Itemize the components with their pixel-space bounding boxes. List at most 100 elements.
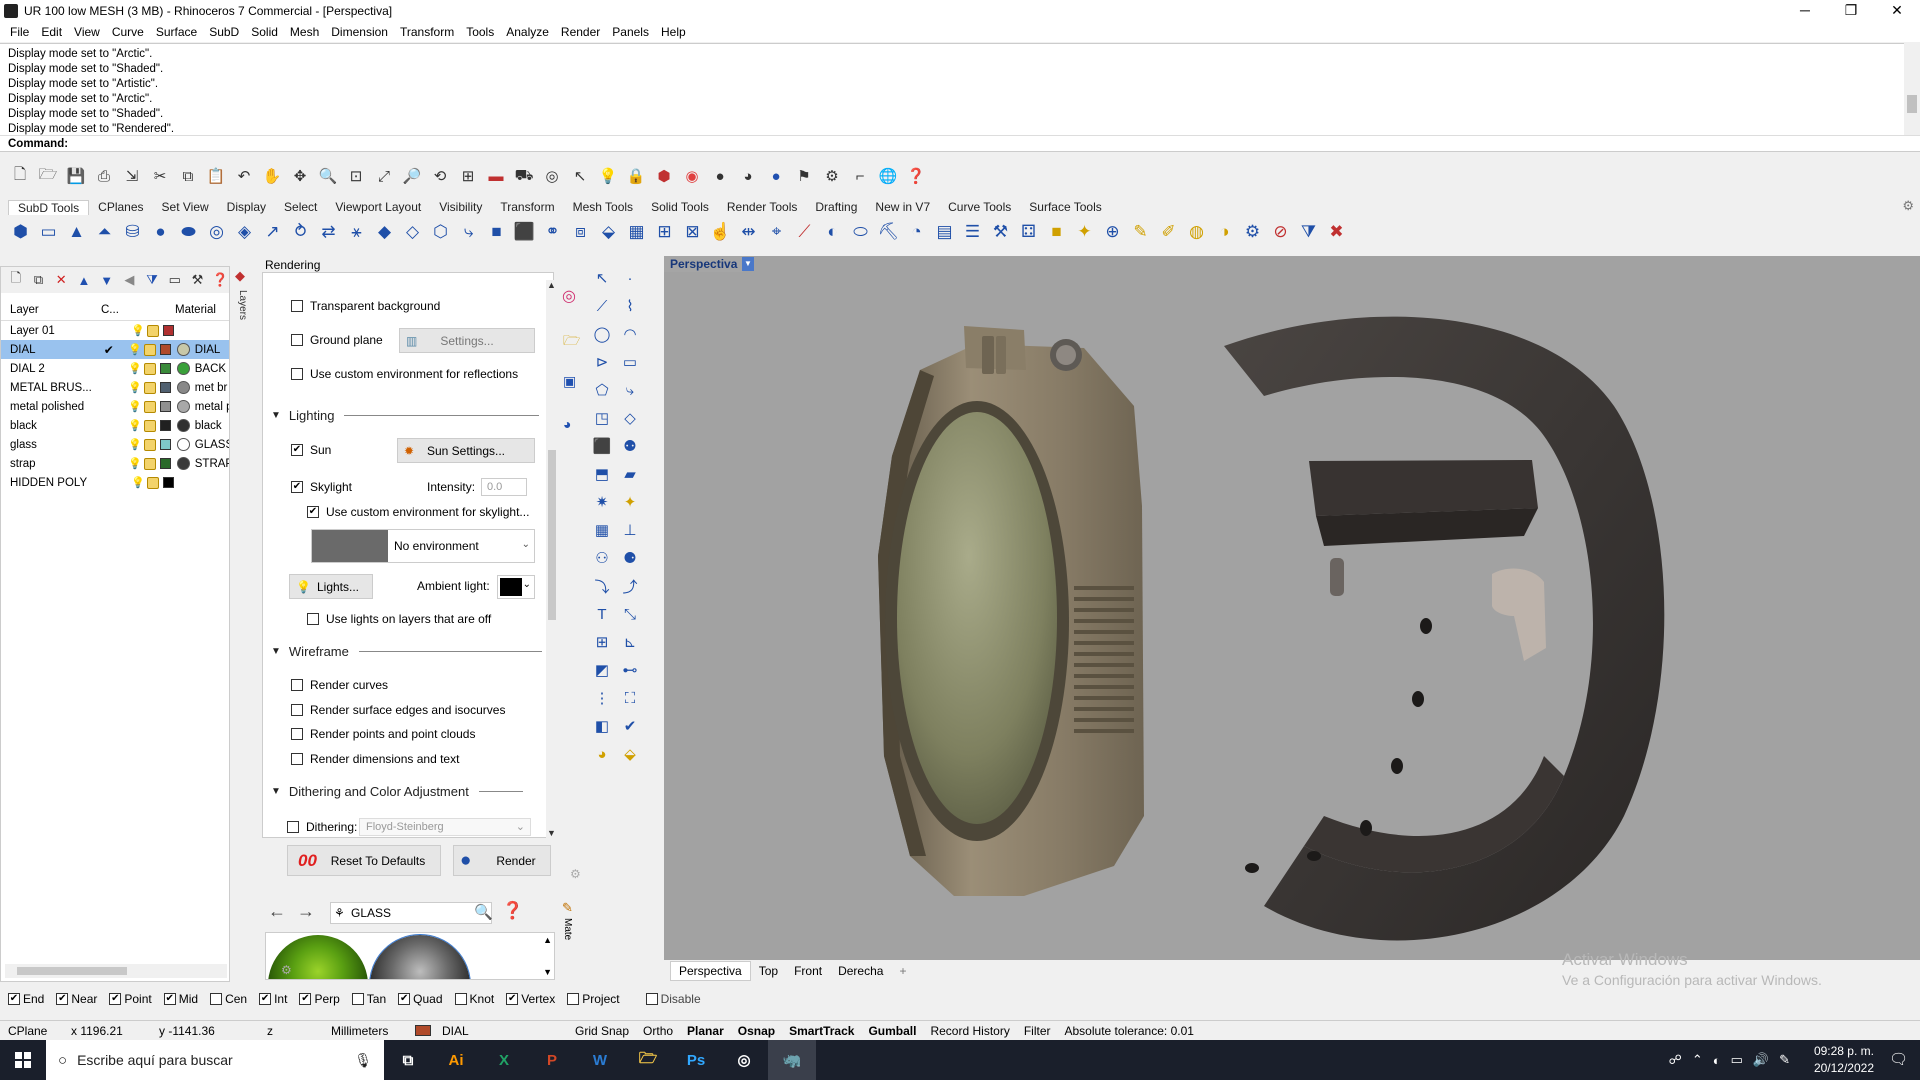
transparent-bg-row[interactable]: Transparent background [291,295,440,317]
osnap-checkbox[interactable]: ✔ [8,993,20,1005]
surface-corner-icon[interactable]: ◳ [590,406,614,430]
microphone-icon[interactable]: 🎙 [354,1052,372,1069]
tab-new-in-v7[interactable]: New in V7 [866,200,939,214]
tab-drafting[interactable]: Drafting [806,200,866,214]
taskbar-search[interactable]: ○ Escribe aquí para buscar 🎙 [46,1040,384,1080]
osnap-checkbox[interactable] [645,993,658,1005]
dim-linear-icon[interactable]: ⊷ [618,658,642,682]
extrude-icon[interactable]: ⬒ [590,462,614,486]
osnap-checkbox[interactable]: ✔ [299,993,312,1005]
lighting-section-header[interactable]: ▼ Lighting [271,408,540,423]
osnap-checkbox[interactable]: ✔ [259,993,272,1005]
osnap-end[interactable]: ✔ End [8,992,50,1006]
copy-icon[interactable]: ⧉ [176,164,200,188]
layer-row[interactable]: Layer 01 💡 [1,321,229,340]
curve-control-icon[interactable]: ⌇ [618,294,642,318]
panel-gear-icon[interactable]: ⚙ [570,867,581,881]
help-icon[interactable]: ❓ [211,271,229,289]
layer-row[interactable]: metal polished 💡 metal p [1,397,229,416]
tab-visibility[interactable]: Visibility [430,200,491,214]
analyze-icon[interactable]: ◧ [590,714,614,738]
layer-name[interactable]: strap [1,458,93,470]
osnap-checkbox[interactable] [351,993,364,1005]
subd-sphere-yellow-icon[interactable]: ◍ [1184,220,1209,244]
layer-material[interactable]: BACK I [190,363,229,375]
lock-icon[interactable] [144,400,157,413]
osnap-int[interactable]: ✔ Int [259,992,293,1006]
render-button[interactable]: ● Render [453,845,551,876]
subd-bridge-icon[interactable]: ⇄ [316,220,341,244]
render-points-row[interactable]: Render points and point clouds [291,723,475,745]
layer-name[interactable]: METAL BRUS... [1,382,93,394]
rendered-sphere-icon[interactable]: ◕ [736,164,760,188]
lock-icon[interactable] [144,381,157,394]
help-icon[interactable]: ❓ [904,164,928,188]
subd-ball-icon[interactable]: ● [148,220,173,244]
light-bulb-icon[interactable]: 💡 [128,382,142,394]
sun-settings-button[interactable]: ✹ Sun Settings... [397,438,535,463]
viewport-menu-chevron-icon[interactable]: ▼ [742,257,754,271]
osnap-quad[interactable]: ✔ Quad [398,992,448,1006]
minimize-button[interactable]: ─ [1782,0,1828,22]
header-current[interactable]: C... [95,304,169,316]
undo-icon[interactable]: ↶ [232,164,256,188]
command-history[interactable]: Display mode set to "Arctic". Display mo… [0,43,1904,135]
chrome-icon[interactable]: ◎ [720,1040,768,1080]
patch-icon[interactable]: ✷ [590,490,614,514]
layer-name[interactable]: HIDDEN POLY [1,477,95,489]
zoom-selected-icon[interactable]: 🔎 [400,164,424,188]
properties-icon[interactable]: ⬢ [652,164,676,188]
layer-color-swatch[interactable] [163,325,174,336]
filter-toggle[interactable]: Filter [1017,1024,1058,1038]
cut-icon[interactable]: ✂ [148,164,172,188]
point-icon[interactable]: ◎ [540,164,564,188]
layer-color-swatch[interactable] [160,458,171,469]
folder-icon[interactable]: 🗁 [563,330,580,354]
rotate-view-icon[interactable]: ⟲ [428,164,452,188]
import-icon[interactable]: ⇲ [120,164,144,188]
subd-stitch-icon[interactable]: ⚹ [344,220,369,244]
render-icon[interactable]: ◕ [590,742,614,766]
tab-render-tools[interactable]: Render Tools [718,200,807,214]
intensity-input[interactable]: 0.0 [481,478,527,496]
scroll-down-icon[interactable]: ▼ [547,828,556,838]
grid-snap-toggle[interactable]: Grid Snap [568,1024,636,1038]
osnap-checkbox[interactable]: ✔ [109,993,122,1005]
globe-icon[interactable]: 🌐 [876,164,900,188]
lock-icon[interactable] [144,343,157,356]
subd-cone2-icon[interactable]: ⏶ [92,220,117,244]
subd-tools-icon[interactable]: ⚒ [988,220,1013,244]
excel-icon[interactable]: X [480,1040,528,1080]
gumball-toggle[interactable]: Gumball [861,1024,923,1038]
back-arrow-icon[interactable]: ← [268,901,286,922]
car-icon[interactable]: ⛟ [512,164,536,188]
fillet-curve-icon[interactable]: ⤷ [618,378,642,402]
layer-color-swatch[interactable] [160,344,171,355]
move-parent-icon[interactable]: ◀ [121,271,139,289]
scroll-thumb[interactable] [548,450,556,620]
menu-tools[interactable]: Tools [460,25,500,39]
rectangle-icon[interactable]: ▭ [618,350,642,374]
render-curves-row[interactable]: Render curves [291,674,388,696]
tab-select[interactable]: Select [275,200,326,214]
subd-bevel-icon[interactable]: ⬙ [596,220,621,244]
render-edges-row[interactable]: Render surface edges and isocurves [291,699,505,721]
subd-lock-icon[interactable]: ⌖ [764,220,789,244]
history-scrollbar[interactable] [1904,43,1920,135]
subd-box-icon[interactable]: ▭ [36,220,61,244]
subd-globe-icon[interactable]: ⊕ [1100,220,1125,244]
osnap-checkbox[interactable] [454,993,467,1005]
material-sphere-icon[interactable] [177,362,190,375]
subd-shape-icon[interactable]: ⬭ [848,220,873,244]
skylight-row[interactable]: ✔ Skylight [291,476,352,498]
tab-transform[interactable]: Transform [491,200,563,214]
material-sphere-icon[interactable] [177,343,190,356]
ground-settings-button[interactable]: ▥ Settings... [399,328,535,353]
scroll-up-icon[interactable]: ▲ [547,280,556,290]
zoom-extents-icon[interactable]: ⤢ [372,164,396,188]
material-swatch-gray-selected[interactable] [369,934,471,979]
scale-icon[interactable]: ⤡ [618,602,642,626]
osnap-vertex[interactable]: ✔ Vertex [506,992,561,1006]
subd-smooth-icon[interactable]: ◐ [820,220,845,244]
render-curves-checkbox[interactable] [291,679,303,691]
